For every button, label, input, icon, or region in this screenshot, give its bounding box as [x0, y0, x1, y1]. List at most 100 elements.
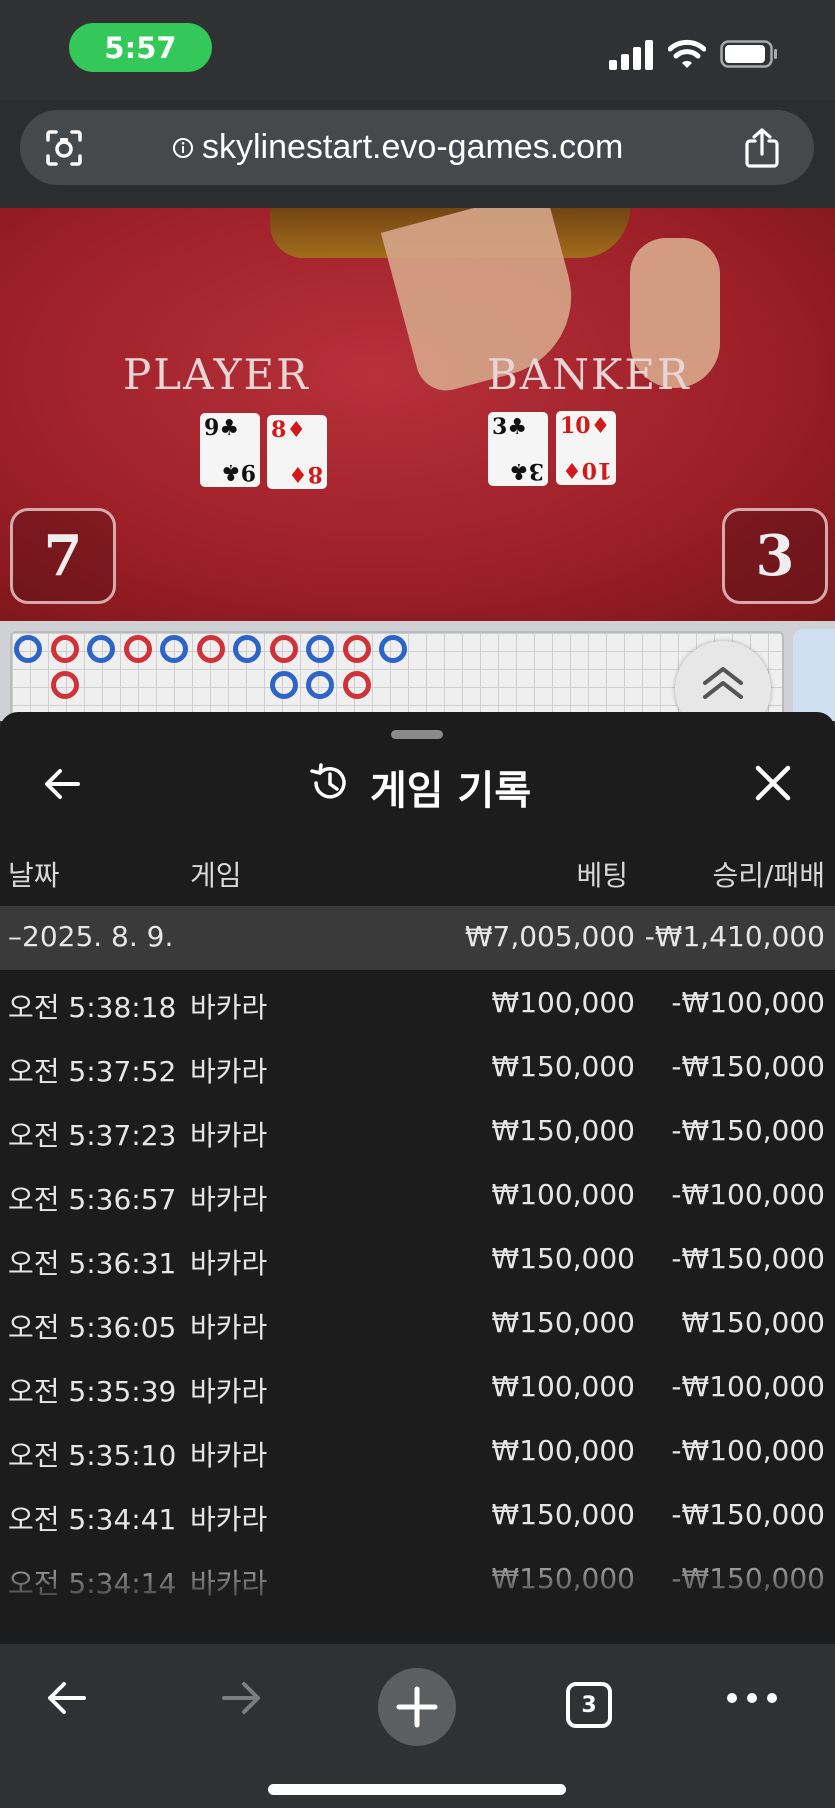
banker-bead [342, 635, 371, 663]
battery-icon [720, 40, 777, 68]
row-result: -₩150,000 [671, 1114, 825, 1147]
row-result: -₩100,000 [671, 1434, 825, 1467]
back-icon[interactable] [42, 1674, 90, 1722]
date-group-row[interactable]: –2025. 8. 9. ₩7,005,000 -₩1,410,000 [0, 906, 835, 970]
player-bead [379, 635, 407, 663]
player-card-2: 8♦ 8♦ [267, 415, 327, 489]
banker-bead [196, 635, 225, 663]
row-bet: ₩150,000 [491, 1242, 635, 1275]
row-game: 바카라 [190, 1375, 268, 1408]
more-icon[interactable] [726, 1674, 778, 1722]
row-result: -₩150,000 [671, 1050, 825, 1083]
player-bead [160, 635, 188, 663]
row-result: -₩150,000 [671, 1498, 825, 1531]
player-card-1: 9♣ 9♣ [200, 413, 260, 487]
row-result: -₩100,000 [671, 986, 825, 1019]
player-bead [306, 635, 334, 663]
visual-search-icon[interactable] [44, 128, 84, 168]
roadmap-panel [0, 621, 835, 737]
table-row[interactable]: 오전 5:36:57 바카라 ₩100,000 -₩100,000 [0, 1162, 835, 1226]
row-bet: ₩150,000 [491, 1114, 635, 1147]
row-game: 바카라 [190, 1119, 268, 1152]
history-icon [310, 763, 346, 799]
row-time: 오전 5:37:52 [8, 1055, 177, 1088]
row-time: 오전 5:35:39 [8, 1375, 177, 1408]
sheet-grabber[interactable] [391, 730, 443, 739]
player-bead [233, 635, 261, 663]
table-row[interactable]: 오전 5:36:05 바카라 ₩150,000 ₩150,000 [0, 1290, 835, 1354]
row-game: 바카라 [190, 1503, 268, 1536]
table-row[interactable]: 오전 5:35:10 바카라 ₩100,000 -₩100,000 [0, 1418, 835, 1482]
table-row[interactable]: 오전 5:36:31 바카라 ₩150,000 -₩150,000 [0, 1226, 835, 1290]
row-bet: ₩150,000 [491, 1498, 635, 1531]
row-game: 바카라 [190, 1183, 268, 1216]
row-time: 오전 5:38:18 [8, 991, 177, 1024]
wifi-icon [668, 39, 706, 68]
row-bet: ₩100,000 [491, 1178, 635, 1211]
row-result: ₩150,000 [681, 1306, 825, 1339]
scroll-fade [0, 1542, 835, 1644]
column-header-bet[interactable]: 베팅 [576, 854, 628, 894]
row-bet: ₩150,000 [491, 1306, 635, 1339]
home-indicator[interactable] [268, 1784, 566, 1795]
table-row[interactable]: 오전 5:37:52 바카라 ₩150,000 -₩150,000 [0, 1034, 835, 1098]
group-bet-total: ₩7,005,000 [464, 920, 635, 953]
row-game: 바카라 [190, 1311, 268, 1344]
banker-card-2: 10♦ 10♦ [556, 411, 616, 485]
player-bead [14, 635, 42, 663]
row-time: 오전 5:36:31 [8, 1247, 177, 1280]
row-time: 오전 5:37:23 [8, 1119, 177, 1152]
back-arrow-icon[interactable] [40, 762, 84, 806]
banker-bead [50, 671, 79, 699]
side-bet-chips[interactable] [793, 629, 835, 721]
site-info-icon[interactable] [172, 137, 194, 159]
table-row[interactable]: 오전 5:34:41 바카라 ₩150,000 -₩150,000 [0, 1482, 835, 1546]
column-header-game[interactable]: 게임 [190, 854, 242, 894]
table-row[interactable]: 오전 5:35:39 바카라 ₩100,000 -₩100,000 [0, 1354, 835, 1418]
row-bet: ₩150,000 [491, 1050, 635, 1083]
row-result: -₩150,000 [671, 1242, 825, 1275]
banker-bead [342, 671, 371, 699]
player-bead [269, 671, 298, 699]
banker-bead [269, 635, 298, 663]
browser-toolbar: 3 [0, 1644, 835, 1808]
sheet-title: 게임 기록 [370, 768, 532, 814]
status-bar: 5:57 [0, 0, 835, 100]
row-time: 오전 5:36:57 [8, 1183, 177, 1216]
row-time: 오전 5:34:41 [8, 1503, 177, 1536]
table-row[interactable]: 오전 5:38:18 바카라 ₩100,000 -₩100,000 [0, 970, 835, 1034]
row-result: -₩100,000 [671, 1370, 825, 1403]
new-tab-button[interactable] [378, 1668, 456, 1746]
plus-icon [396, 1686, 438, 1728]
row-bet: ₩100,000 [491, 986, 635, 1019]
banker-bead [50, 635, 79, 663]
forward-icon[interactable] [218, 1674, 266, 1722]
banker-card-1: 3♣ 3♣ [488, 412, 548, 486]
row-game: 바카라 [190, 1055, 268, 1088]
game-history-sheet: 게임 기록 날짜 게임 베팅 승리/패배 –2025. 8. 9. ₩7,005… [0, 712, 835, 1644]
player-label: PLAYER [123, 350, 310, 399]
close-icon[interactable] [752, 762, 794, 804]
url-text[interactable]: skylinestart.evo-games.com [202, 124, 623, 170]
row-result: -₩100,000 [671, 1178, 825, 1211]
group-date: –2025. 8. 9. [8, 920, 174, 953]
status-time: 5:57 [69, 23, 212, 72]
share-icon[interactable] [742, 127, 782, 169]
cellular-signal-icon [609, 40, 653, 70]
banker-score: 3 [722, 508, 828, 604]
column-header-result[interactable]: 승리/패배 [713, 854, 825, 894]
column-header-date[interactable]: 날짜 [8, 854, 60, 894]
banker-label: BANKER [487, 350, 691, 399]
player-bead [87, 635, 115, 663]
live-video: PLAYER BANKER 9♣ 9♣ 8♦ 8♦ 3♣ 3♣ 10♦ 10♦ … [0, 208, 835, 621]
address-bar[interactable]: skylinestart.evo-games.com [20, 110, 814, 185]
row-time: 오전 5:36:05 [8, 1311, 177, 1344]
tabs-button[interactable]: 3 [566, 1682, 612, 1728]
row-bet: ₩100,000 [491, 1434, 635, 1467]
row-time: 오전 5:35:10 [8, 1439, 177, 1472]
group-result-total: -₩1,410,000 [644, 920, 825, 953]
banker-bead [123, 635, 152, 663]
table-row[interactable]: 오전 5:37:23 바카라 ₩150,000 -₩150,000 [0, 1098, 835, 1162]
row-game: 바카라 [190, 1247, 268, 1280]
row-game: 바카라 [190, 1439, 268, 1472]
